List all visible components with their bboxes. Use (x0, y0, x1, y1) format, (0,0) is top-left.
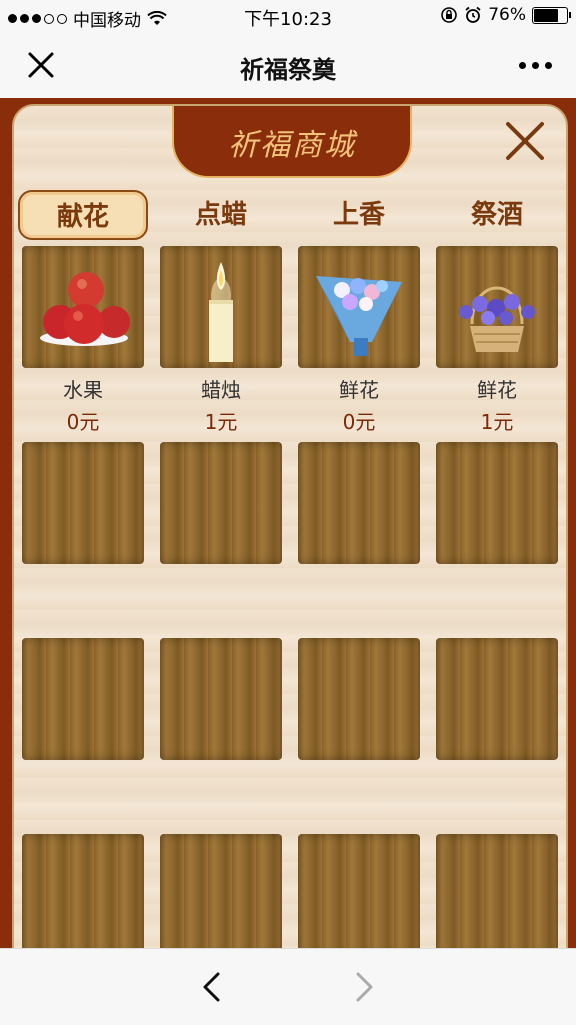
item-name: 蜡烛 (201, 378, 241, 402)
empty-tile (298, 442, 420, 564)
item-tile[interactable] (22, 246, 144, 368)
empty-cell (160, 638, 282, 760)
flower-basket-icon (459, 286, 535, 352)
item-cell[interactable]: 蜡烛 1元 (160, 246, 282, 435)
empty-tile (436, 834, 558, 948)
close-panel-icon[interactable] (504, 120, 546, 162)
empty-tile (160, 834, 282, 948)
empty-tile (160, 638, 282, 760)
empty-cell (436, 834, 558, 948)
rotation-lock-icon (441, 7, 458, 23)
empty-tile (160, 442, 282, 564)
empty-cell (160, 834, 282, 948)
empty-tile (436, 638, 558, 760)
category-tabs: 献花 点蜡 上香 祭酒 (14, 190, 566, 242)
empty-tile (298, 834, 420, 948)
item-cell[interactable]: 水果 0元 (22, 246, 144, 435)
shop-area: 祈福商城 献花 点蜡 上香 祭酒 水果 0元 蜡烛 1元 鲜花 0元 鲜花 1元 (0, 98, 576, 948)
tab-flowers[interactable]: 献花 (18, 190, 148, 240)
forward-arrow-icon[interactable] (352, 971, 376, 1003)
back-arrow-icon[interactable] (200, 971, 224, 1003)
page-title: 祈福祭奠 (240, 56, 336, 84)
empty-cell (22, 638, 144, 760)
item-price: 1元 (480, 410, 514, 434)
item-tile[interactable] (298, 246, 420, 368)
shop-banner: 祈福商城 (172, 106, 412, 178)
item-tile[interactable] (160, 246, 282, 368)
browser-toolbar (0, 948, 576, 1025)
empty-tile (22, 834, 144, 948)
shop-panel: 祈福商城 献花 点蜡 上香 祭酒 水果 0元 蜡烛 1元 鲜花 0元 鲜花 1元 (12, 104, 568, 948)
empty-cell (22, 834, 144, 948)
item-cell[interactable]: 鲜花 1元 (436, 246, 558, 435)
candle-icon (209, 262, 233, 362)
empty-cell (160, 442, 282, 564)
empty-cell (298, 638, 420, 760)
apples-icon (40, 272, 130, 346)
item-tile[interactable] (436, 246, 558, 368)
status-bar: 中国移动 下午10:23 76% (0, 0, 576, 32)
bouquet-icon (316, 276, 402, 356)
item-name: 鲜花 (477, 378, 517, 402)
tab-incense[interactable]: 上香 (294, 190, 424, 240)
tab-wine[interactable]: 祭酒 (432, 190, 562, 240)
alarm-icon (465, 6, 481, 23)
item-price: 0元 (66, 410, 100, 434)
empty-cell (436, 442, 558, 564)
empty-cell (298, 442, 420, 564)
empty-tile (436, 442, 558, 564)
empty-tile (22, 638, 144, 760)
nav-bar: 祈福祭奠 (0, 32, 576, 98)
status-right: 76% (440, 5, 571, 25)
item-name: 水果 (63, 378, 103, 402)
item-price: 1元 (204, 410, 238, 434)
shop-title: 祈福商城 (228, 128, 356, 163)
battery-percent: 76% (488, 5, 526, 25)
empty-cell (22, 442, 144, 564)
item-price: 0元 (342, 410, 376, 434)
item-cell[interactable]: 鲜花 0元 (298, 246, 420, 435)
more-options-icon[interactable] (519, 62, 552, 69)
empty-cell (298, 834, 420, 948)
empty-tile (22, 442, 144, 564)
empty-tile (298, 638, 420, 760)
battery-icon (532, 6, 571, 24)
item-name: 鲜花 (339, 378, 379, 402)
empty-cell (436, 638, 558, 760)
tab-candles[interactable]: 点蜡 (156, 190, 286, 240)
